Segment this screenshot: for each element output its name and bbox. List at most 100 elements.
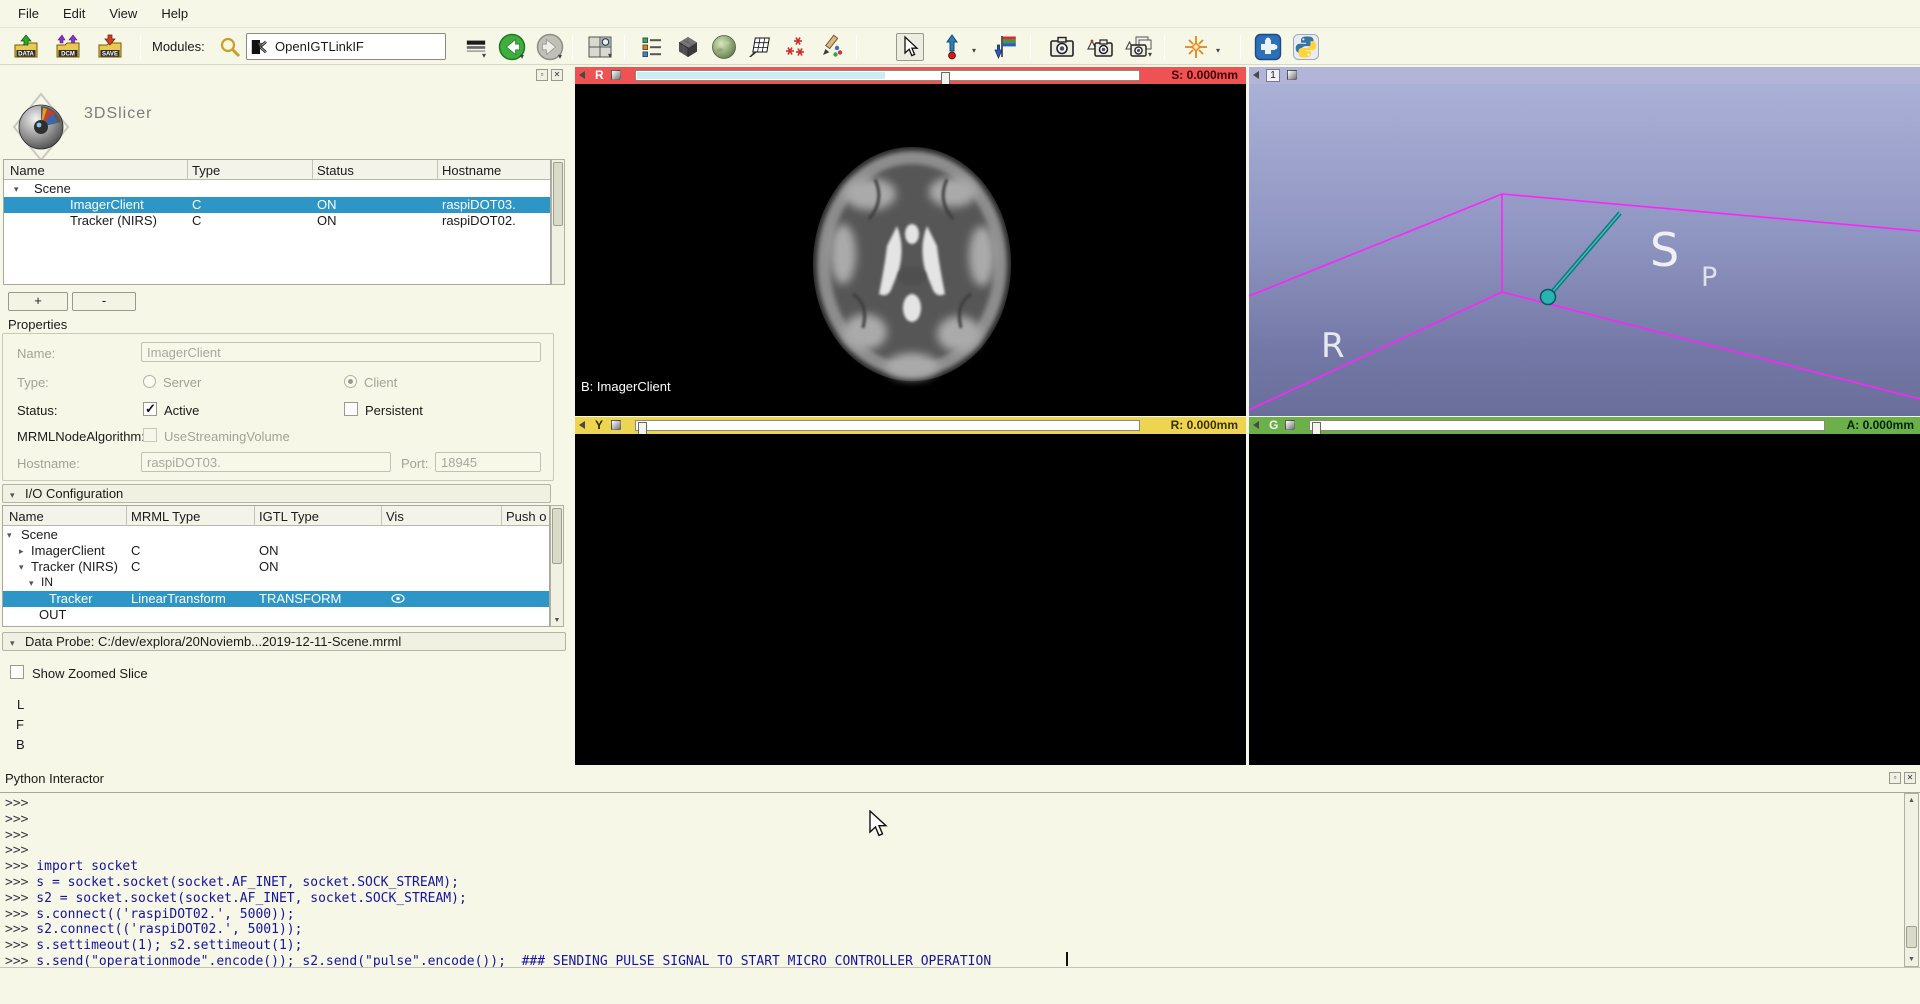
io-table-scrollbar[interactable]: ▼ [550,505,564,627]
scene-view-list-button[interactable]: ▾ [1124,33,1152,61]
python-console[interactable]: >>> >>> >>> >>> >>> import socket >>> s … [0,792,1920,967]
red-slice-offset: S: 0.000mm [1171,68,1238,82]
layout-selector-button[interactable]: ▾ [586,33,614,61]
python-panel-close-button[interactable]: ✕ [1904,772,1916,784]
slice-pin-button[interactable] [579,71,585,79]
persistent-checkbox[interactable] [344,402,358,416]
view-menu-icon[interactable] [1287,70,1297,80]
slice-grid-button[interactable] [746,33,774,61]
place-markup-button[interactable] [938,33,966,61]
io-table[interactable]: Name MRML Type IGTL Type Vis Push o ▾ Sc… [2,505,550,627]
threed-viewport[interactable]: S P R [1249,84,1920,416]
green-slice-viewport[interactable] [1249,434,1920,765]
scene-row[interactable]: ▾ Scene [4,181,550,197]
col-push[interactable]: Push o [506,509,546,524]
yellow-slice-viewport[interactable] [575,434,1246,765]
model-sphere-button[interactable] [710,33,738,61]
green-view-label: G [1269,418,1278,432]
col-name[interactable]: Name [10,163,45,178]
threed-scene: S P R [1249,84,1920,416]
hostname-label: Hostname: [17,456,80,471]
module-forward-button[interactable]: ▾ [536,33,564,61]
load-dicom-button[interactable]: DCM [54,33,82,61]
fiducial-button[interactable] [782,33,810,61]
annotation-flag-button[interactable] [992,33,1020,61]
slice-pin-button[interactable] [1253,421,1259,429]
visibility-eye-icon[interactable] [391,593,405,604]
slice-menu-icon[interactable] [1285,420,1295,430]
col-igtl-type[interactable]: IGTL Type [259,509,319,524]
io-configuration-header[interactable]: ▾ I/O Configuration [2,484,551,503]
view-pin-button[interactable] [1253,71,1259,79]
connector-row-tracker[interactable]: Tracker (NIRS) C ON raspiDOT02. [4,213,550,229]
python-panel-undock-button[interactable]: ▫ [1889,772,1901,784]
mouse-interaction-button[interactable] [896,33,924,61]
col-status[interactable]: Status [317,163,354,178]
menu-help[interactable]: Help [151,3,198,24]
green-slice-slider[interactable] [1309,420,1825,431]
chevron-down-icon: ▾ [520,52,524,61]
console-line: >>> s.connect(('raspiDOT02.', 5000)); [0,907,1920,923]
save-button[interactable]: SAVE [96,33,124,61]
crosshair-button[interactable] [1182,33,1210,61]
console-line: >>> [0,812,1920,828]
console-line: >>> s = socket.socket(socket.AF_INET, so… [0,875,1920,891]
show-zoomed-slice-checkbox[interactable] [10,665,24,679]
panel-undock-button[interactable]: ▫ [536,69,548,81]
slice-pin-button[interactable] [579,421,585,429]
extensions-manager-button[interactable] [1254,33,1282,61]
console-line: >>> import socket [0,859,1920,875]
module-list-button[interactable] [638,33,666,61]
load-data-button[interactable]: DATA [12,33,40,61]
col-mrml-type[interactable]: MRML Type [131,509,200,524]
screenshot-button[interactable] [1048,33,1076,61]
dicom-icon: DCM [55,34,81,61]
io-scene-row[interactable]: ▾ Scene [3,527,549,543]
slice-menu-icon[interactable] [611,420,621,430]
io-table-header[interactable]: Name MRML Type IGTL Type Vis Push o [3,506,549,526]
console-scrollbar[interactable]: ▲ ▼ [1904,793,1919,967]
python-console-button[interactable] [1292,33,1320,61]
collapse-triangle-icon: ▾ [10,490,15,501]
data-probe-header[interactable]: ▾ Data Probe: C:/dev/explora/20Noviemb..… [2,632,566,651]
io-in-row[interactable]: ▾ IN [3,575,549,591]
use-streaming-volume-label: UseStreamingVolume [164,429,290,444]
connector-row-imagerclient[interactable]: ImagerClient C ON raspiDOT03. [4,197,550,213]
connector-table-header[interactable]: Name Type Status Hostname [4,160,550,180]
panel-close-button[interactable]: ✕ [551,69,563,81]
menu-bar: File Edit View Help [0,0,1920,27]
module-selector-combobox[interactable]: OpenIGTLinkIF ▼ [246,33,446,60]
connector-table[interactable]: Name Type Status Hostname ▾ Scene Imager… [3,159,551,285]
menu-edit[interactable]: Edit [53,3,95,24]
flag-icon [993,34,1019,60]
red-slice-viewport[interactable]: B: ImagerClient [575,84,1246,416]
io-row-imagerclient[interactable]: ▸ ImagerClient C ON [3,543,549,559]
col-type[interactable]: Type [192,163,220,178]
transform-button[interactable] [818,33,846,61]
io-out-row[interactable]: OUT [3,607,549,623]
slicer-logo-icon [12,92,70,162]
menu-file[interactable]: File [8,3,49,24]
col-name[interactable]: Name [9,509,44,524]
yellow-slice-slider[interactable] [635,420,1140,431]
io-row-tracker-nirs[interactable]: ▾ Tracker (NIRS) C ON [3,559,549,575]
col-vis[interactable]: Vis [386,509,404,524]
module-history-button[interactable]: ▾ [462,33,490,61]
scene-view-button[interactable] [1086,33,1114,61]
module-search-button[interactable] [216,33,244,61]
chevron-down-icon[interactable]: ▾ [1216,46,1220,55]
chevron-down-icon[interactable]: ▾ [972,46,976,55]
remove-connector-button[interactable]: - [72,292,136,311]
extensions-icon [1254,33,1282,61]
io-row-tracker[interactable]: Tracker LinearTransform TRANSFORM [3,591,549,607]
console-line: >>> s.settimeout(1); s2.settimeout(1); [0,938,1920,954]
connector-table-scrollbar[interactable] [551,159,565,285]
module-back-button[interactable]: ▾ [498,33,526,61]
col-hostname[interactable]: Hostname [442,163,501,178]
slice-menu-icon[interactable] [611,70,621,80]
menu-view[interactable]: View [99,3,147,24]
active-checkbox[interactable] [143,402,157,416]
volume-cube-button[interactable] [674,33,702,61]
add-connector-button[interactable]: + [8,292,68,311]
red-slice-slider[interactable] [635,70,1140,81]
